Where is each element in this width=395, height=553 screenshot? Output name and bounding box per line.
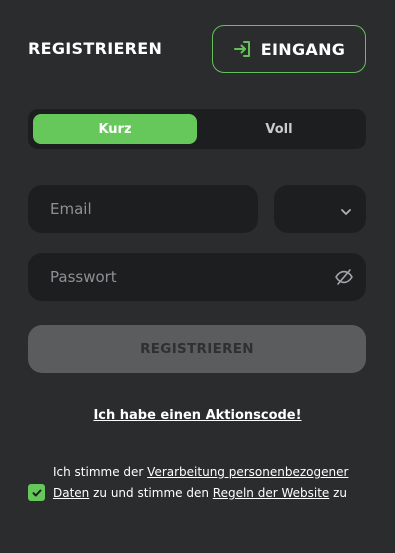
consent-checkbox[interactable] xyxy=(28,484,45,501)
site-rules-link[interactable]: Regeln der Website xyxy=(213,486,330,500)
eye-off-icon[interactable] xyxy=(334,267,354,291)
currency-select[interactable] xyxy=(274,185,366,233)
consent-middle: zu und stimme den xyxy=(89,486,213,500)
register-submit-button[interactable]: REGISTRIEREN xyxy=(28,325,366,373)
tab-voll[interactable]: Voll xyxy=(197,114,361,144)
promo-code-link[interactable]: Ich habe einen Aktionscode! xyxy=(0,408,395,423)
password-field-wrapper xyxy=(28,253,366,301)
login-button-label: EINGANG xyxy=(260,39,346,59)
consent-suffix: zu xyxy=(329,486,348,500)
registration-mode-switch: Kurz Voll xyxy=(28,109,366,149)
tab-kurz[interactable]: Kurz xyxy=(33,114,197,144)
password-input[interactable] xyxy=(28,253,366,301)
consent-text: Ich stimme der Verarbeitung personenbezo… xyxy=(53,462,368,504)
sign-in-icon xyxy=(233,39,253,59)
checkmark-icon xyxy=(32,489,41,496)
email-input[interactable] xyxy=(28,185,258,233)
email-field-wrapper xyxy=(28,185,258,233)
login-button[interactable]: EINGANG xyxy=(212,25,366,73)
consent-prefix: Ich stimme der xyxy=(53,465,148,479)
registration-panel: REGISTRIEREN EINGANG Kurz Voll Email REG… xyxy=(0,0,395,553)
chevron-down-icon xyxy=(340,203,352,222)
page-title: REGISTRIEREN xyxy=(28,39,163,58)
